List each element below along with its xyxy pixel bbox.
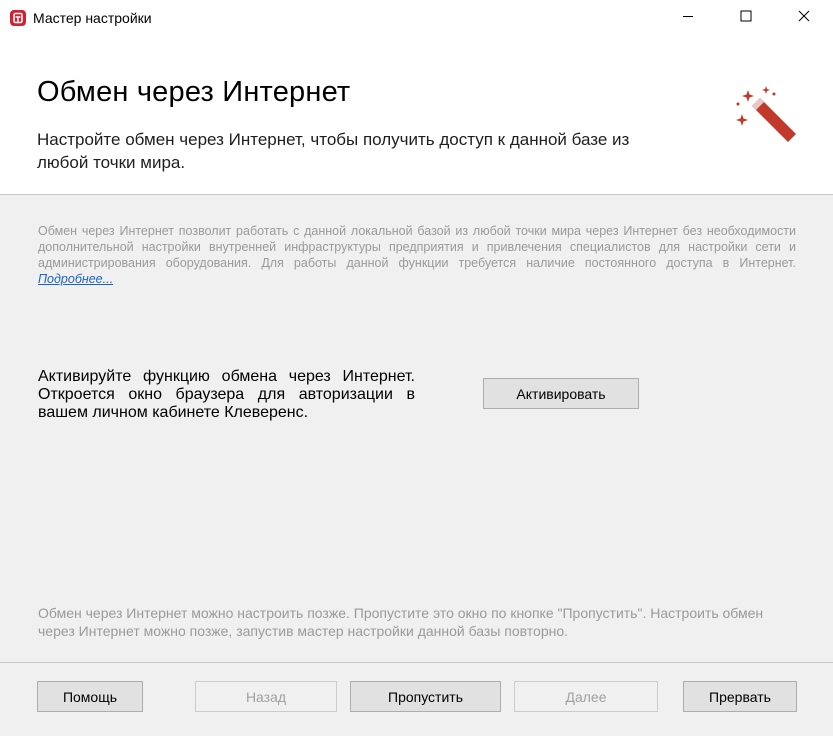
activate-button[interactable]: Активировать — [483, 378, 639, 409]
later-setup-text: Обмен через Интернет можно настроить поз… — [38, 605, 764, 639]
maximize-button[interactable] — [717, 0, 775, 36]
info-description: Обмен через Интернет позволит работать с… — [38, 224, 796, 270]
close-icon — [798, 9, 810, 27]
activate-description: Активируйте функцию обмена через Интерне… — [38, 368, 415, 421]
footer-divider — [0, 662, 833, 663]
title-bar: Мастер настройки — [0, 0, 833, 36]
info-text: Обмен через Интернет позволит работать с… — [38, 223, 796, 287]
next-button[interactable]: Далее — [514, 681, 658, 712]
abort-button[interactable]: Прервать — [683, 681, 797, 712]
back-button[interactable]: Назад — [195, 681, 337, 712]
help-button[interactable]: Помощь — [37, 681, 143, 712]
magic-wand-icon — [734, 84, 798, 148]
app-logo-icon — [9, 9, 27, 27]
wizard-header: Обмен через Интернет Настройте обмен чер… — [0, 36, 833, 195]
page-subtitle: Настройте обмен через Интернет, чтобы по… — [37, 130, 630, 172]
page-title: Обмен через Интернет — [37, 76, 351, 108]
close-button[interactable] — [775, 0, 833, 36]
window-title: Мастер настройки — [33, 10, 152, 26]
more-info-link[interactable]: Подробнее... — [38, 272, 113, 286]
maximize-icon — [740, 9, 752, 27]
minimize-icon — [682, 9, 694, 27]
skip-button[interactable]: Пропустить — [350, 681, 501, 712]
minimize-button[interactable] — [659, 0, 717, 36]
